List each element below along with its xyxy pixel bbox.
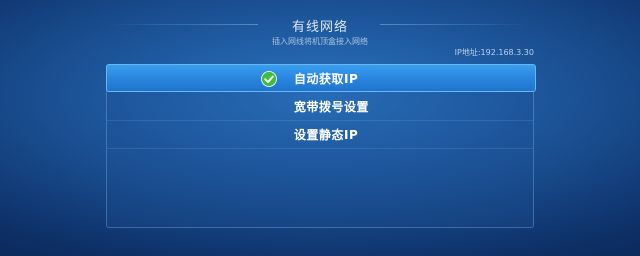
page-title: 有线网络 [291,20,348,35]
menu-item-auto-ip[interactable]: 自动获取IP [106,64,536,92]
page-subtitle: 插入网线将机顶盒接入网络 [272,37,368,46]
title-divider-right [380,24,530,25]
menu-item-label: 自动获取IP [294,72,359,86]
menu-item-label: 宽带拨号设置 [294,100,370,114]
menu-item-label: 设置静态IP [294,128,359,142]
network-options-panel: 自动获取IP 宽带拨号设置 设置静态IP [106,64,536,228]
menu-item-static-ip[interactable]: 设置静态IP [107,121,533,149]
ip-address-label: IP地址:192.168.3.30 [454,48,534,57]
menu-item-broadband-dialup[interactable]: 宽带拨号设置 [107,93,533,121]
check-circle-icon [261,71,277,87]
